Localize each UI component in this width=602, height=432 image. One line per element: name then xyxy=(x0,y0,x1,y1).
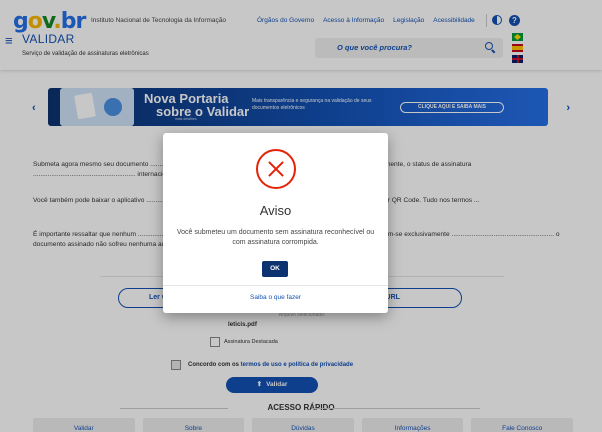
learn-more-link[interactable]: Saiba o que fazer xyxy=(163,294,388,301)
dialog-title: Aviso xyxy=(259,203,292,218)
dialog-divider xyxy=(163,285,388,286)
dialog-message: Você submeteu um documento sem assinatur… xyxy=(176,229,375,246)
error-x-icon xyxy=(256,149,296,189)
ok-button[interactable]: OK xyxy=(262,261,288,277)
warning-dialog: Aviso Você submeteu um documento sem ass… xyxy=(163,133,388,313)
